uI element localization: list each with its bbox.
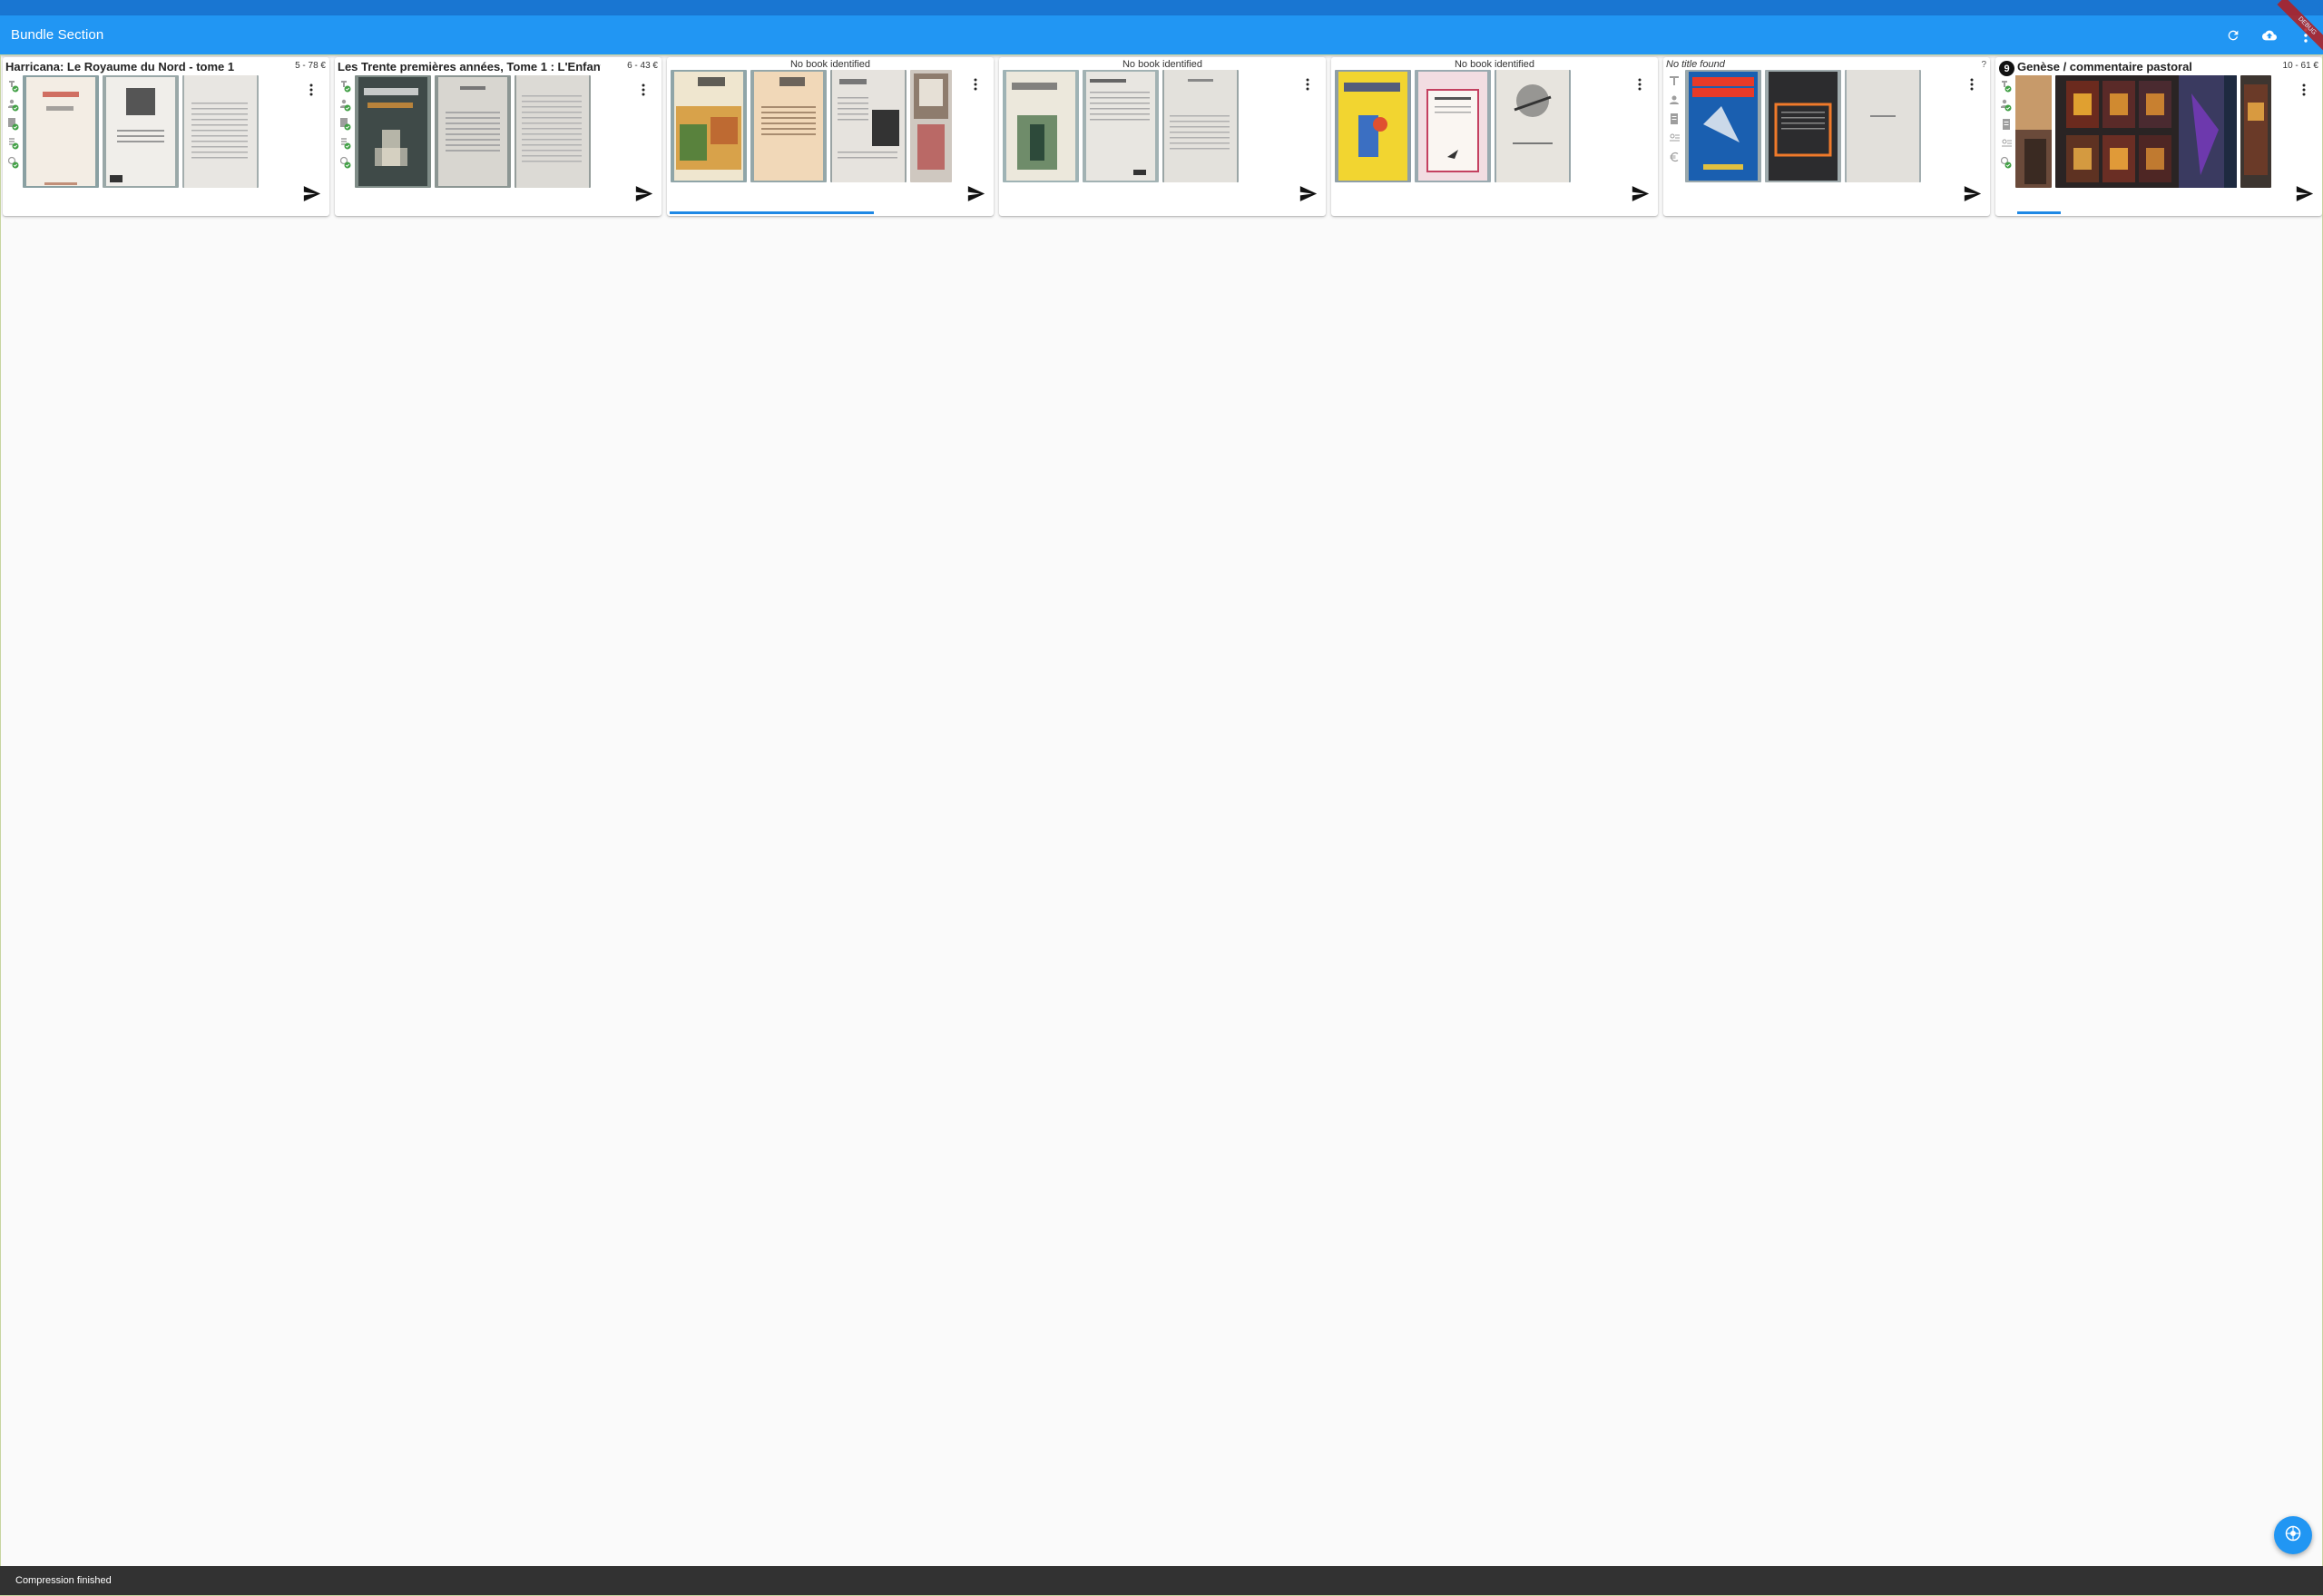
book-photo[interactable] (1765, 70, 1841, 182)
book-title: Harricana: Le Royaume du Nord - tome 1 (5, 60, 235, 73)
book-title: Genèse / commentaire pastoral (2017, 60, 2192, 73)
photo-strip (355, 75, 591, 188)
book-photo[interactable] (671, 70, 747, 182)
page-border (0, 54, 2323, 1596)
card-menu-icon[interactable] (1302, 77, 1313, 92)
bundle-card[interactable]: 9 Genèse / commentaire pastoral 10 - 61 … (1995, 57, 2322, 216)
snackbar: Compression finished (0, 1566, 2323, 1595)
edition-check-icon (8, 136, 19, 151)
book-photo[interactable] (355, 75, 431, 188)
bundle-card[interactable]: Les Trente premières années, Tome 1 : L'… (335, 57, 662, 216)
photo-camera-icon (2285, 1525, 2301, 1546)
edition-icon (2001, 136, 2012, 151)
photo-strip (1003, 70, 1239, 182)
no-book-label: No book identified (789, 59, 871, 70)
book-photo[interactable] (1415, 70, 1491, 182)
price-range: 6 - 43 € (624, 61, 658, 71)
refresh-icon[interactable] (2221, 24, 2245, 47)
upload-progress-bar (2017, 211, 2061, 214)
isbn-check-icon (8, 117, 19, 132)
app-bar: Bundle Section DEBUG (0, 0, 2323, 56)
status-icons (8, 79, 19, 170)
photo-strip (23, 75, 259, 188)
book-photo[interactable] (182, 75, 259, 188)
isbn-icon (2001, 117, 2012, 132)
send-icon[interactable] (1299, 184, 1318, 202)
price-check-icon (2001, 155, 2012, 170)
book-photo[interactable] (1083, 70, 1159, 182)
status-icons (340, 79, 351, 170)
book-photo[interactable] (830, 70, 907, 182)
cloud-upload-icon[interactable] (2258, 24, 2281, 47)
book-photo[interactable] (910, 70, 952, 182)
send-icon[interactable] (2295, 184, 2315, 202)
book-photo[interactable] (1335, 70, 1411, 182)
author-icon (1669, 93, 1680, 107)
book-photo[interactable] (2055, 75, 2237, 188)
status-icons (1669, 73, 1680, 164)
book-photo[interactable] (1685, 70, 1761, 182)
status-strip (0, 0, 2323, 15)
price-check-icon (340, 155, 351, 170)
send-icon[interactable] (1631, 184, 1651, 202)
photo-strip (1335, 70, 1571, 182)
isbn-icon (1669, 112, 1680, 126)
title-check-icon (8, 79, 19, 93)
card-menu-icon[interactable] (2298, 83, 2309, 97)
price-unknown: ? (1981, 60, 1986, 70)
card-menu-icon[interactable] (306, 83, 317, 97)
book-photo[interactable] (23, 75, 99, 188)
send-icon[interactable] (634, 184, 654, 202)
book-photo[interactable] (1162, 70, 1239, 182)
title-check-icon (2001, 79, 2012, 93)
price-check-icon (8, 155, 19, 170)
edition-icon (1669, 131, 1680, 145)
book-photo[interactable] (1845, 70, 1921, 182)
status-icons (2001, 79, 2012, 170)
photo-count-badge: 9 (1999, 61, 2014, 76)
bundle-card[interactable]: Harricana: Le Royaume du Nord - tome 1 5… (3, 57, 329, 216)
price-range: 5 - 78 € (292, 61, 326, 71)
page-title: Bundle Section (11, 27, 104, 43)
card-menu-icon[interactable] (638, 83, 649, 97)
photo-strip (1685, 70, 1921, 182)
author-check-icon (340, 98, 351, 113)
book-photo[interactable] (1003, 70, 1079, 182)
bundle-card[interactable]: No book identified (1331, 57, 1658, 216)
card-menu-icon[interactable] (1966, 77, 1977, 92)
isbn-check-icon (340, 117, 351, 132)
book-photo[interactable] (1495, 70, 1571, 182)
author-check-icon (2001, 98, 2012, 113)
bundle-card[interactable]: No book identified (999, 57, 1326, 216)
euro-icon (1669, 150, 1680, 164)
bundle-card[interactable]: No title found ? (1663, 57, 1990, 216)
no-book-label: No book identified (1122, 59, 1203, 70)
upload-progress-bar (670, 211, 874, 214)
book-photo[interactable] (435, 75, 511, 188)
book-photo[interactable] (750, 70, 827, 182)
camera-fab-button[interactable] (2274, 1516, 2312, 1554)
edition-check-icon (340, 136, 351, 151)
book-title: No title found (1666, 59, 1725, 70)
photo-strip (2015, 75, 2271, 188)
send-icon[interactable] (302, 184, 322, 202)
card-menu-icon[interactable] (970, 77, 981, 92)
price-range: 10 - 61 € (2279, 61, 2318, 71)
book-photo[interactable] (515, 75, 591, 188)
author-check-icon (8, 98, 19, 113)
send-icon[interactable] (1963, 184, 1983, 202)
book-photo[interactable] (103, 75, 179, 188)
book-photo[interactable] (2240, 75, 2271, 188)
no-book-label: No book identified (1454, 59, 1535, 70)
send-icon[interactable] (966, 184, 986, 202)
snackbar-message: Compression finished (15, 1575, 112, 1586)
book-title: Les Trente premières années, Tome 1 : L'… (338, 60, 601, 73)
title-check-icon (340, 79, 351, 93)
photo-strip (671, 70, 952, 182)
bundle-list: Harricana: Le Royaume du Nord - tome 1 5… (3, 57, 2322, 219)
title-icon (1669, 73, 1680, 88)
bundle-card[interactable]: No book identified (667, 57, 994, 216)
card-menu-icon[interactable] (1634, 77, 1645, 92)
book-photo[interactable] (2015, 75, 2052, 188)
